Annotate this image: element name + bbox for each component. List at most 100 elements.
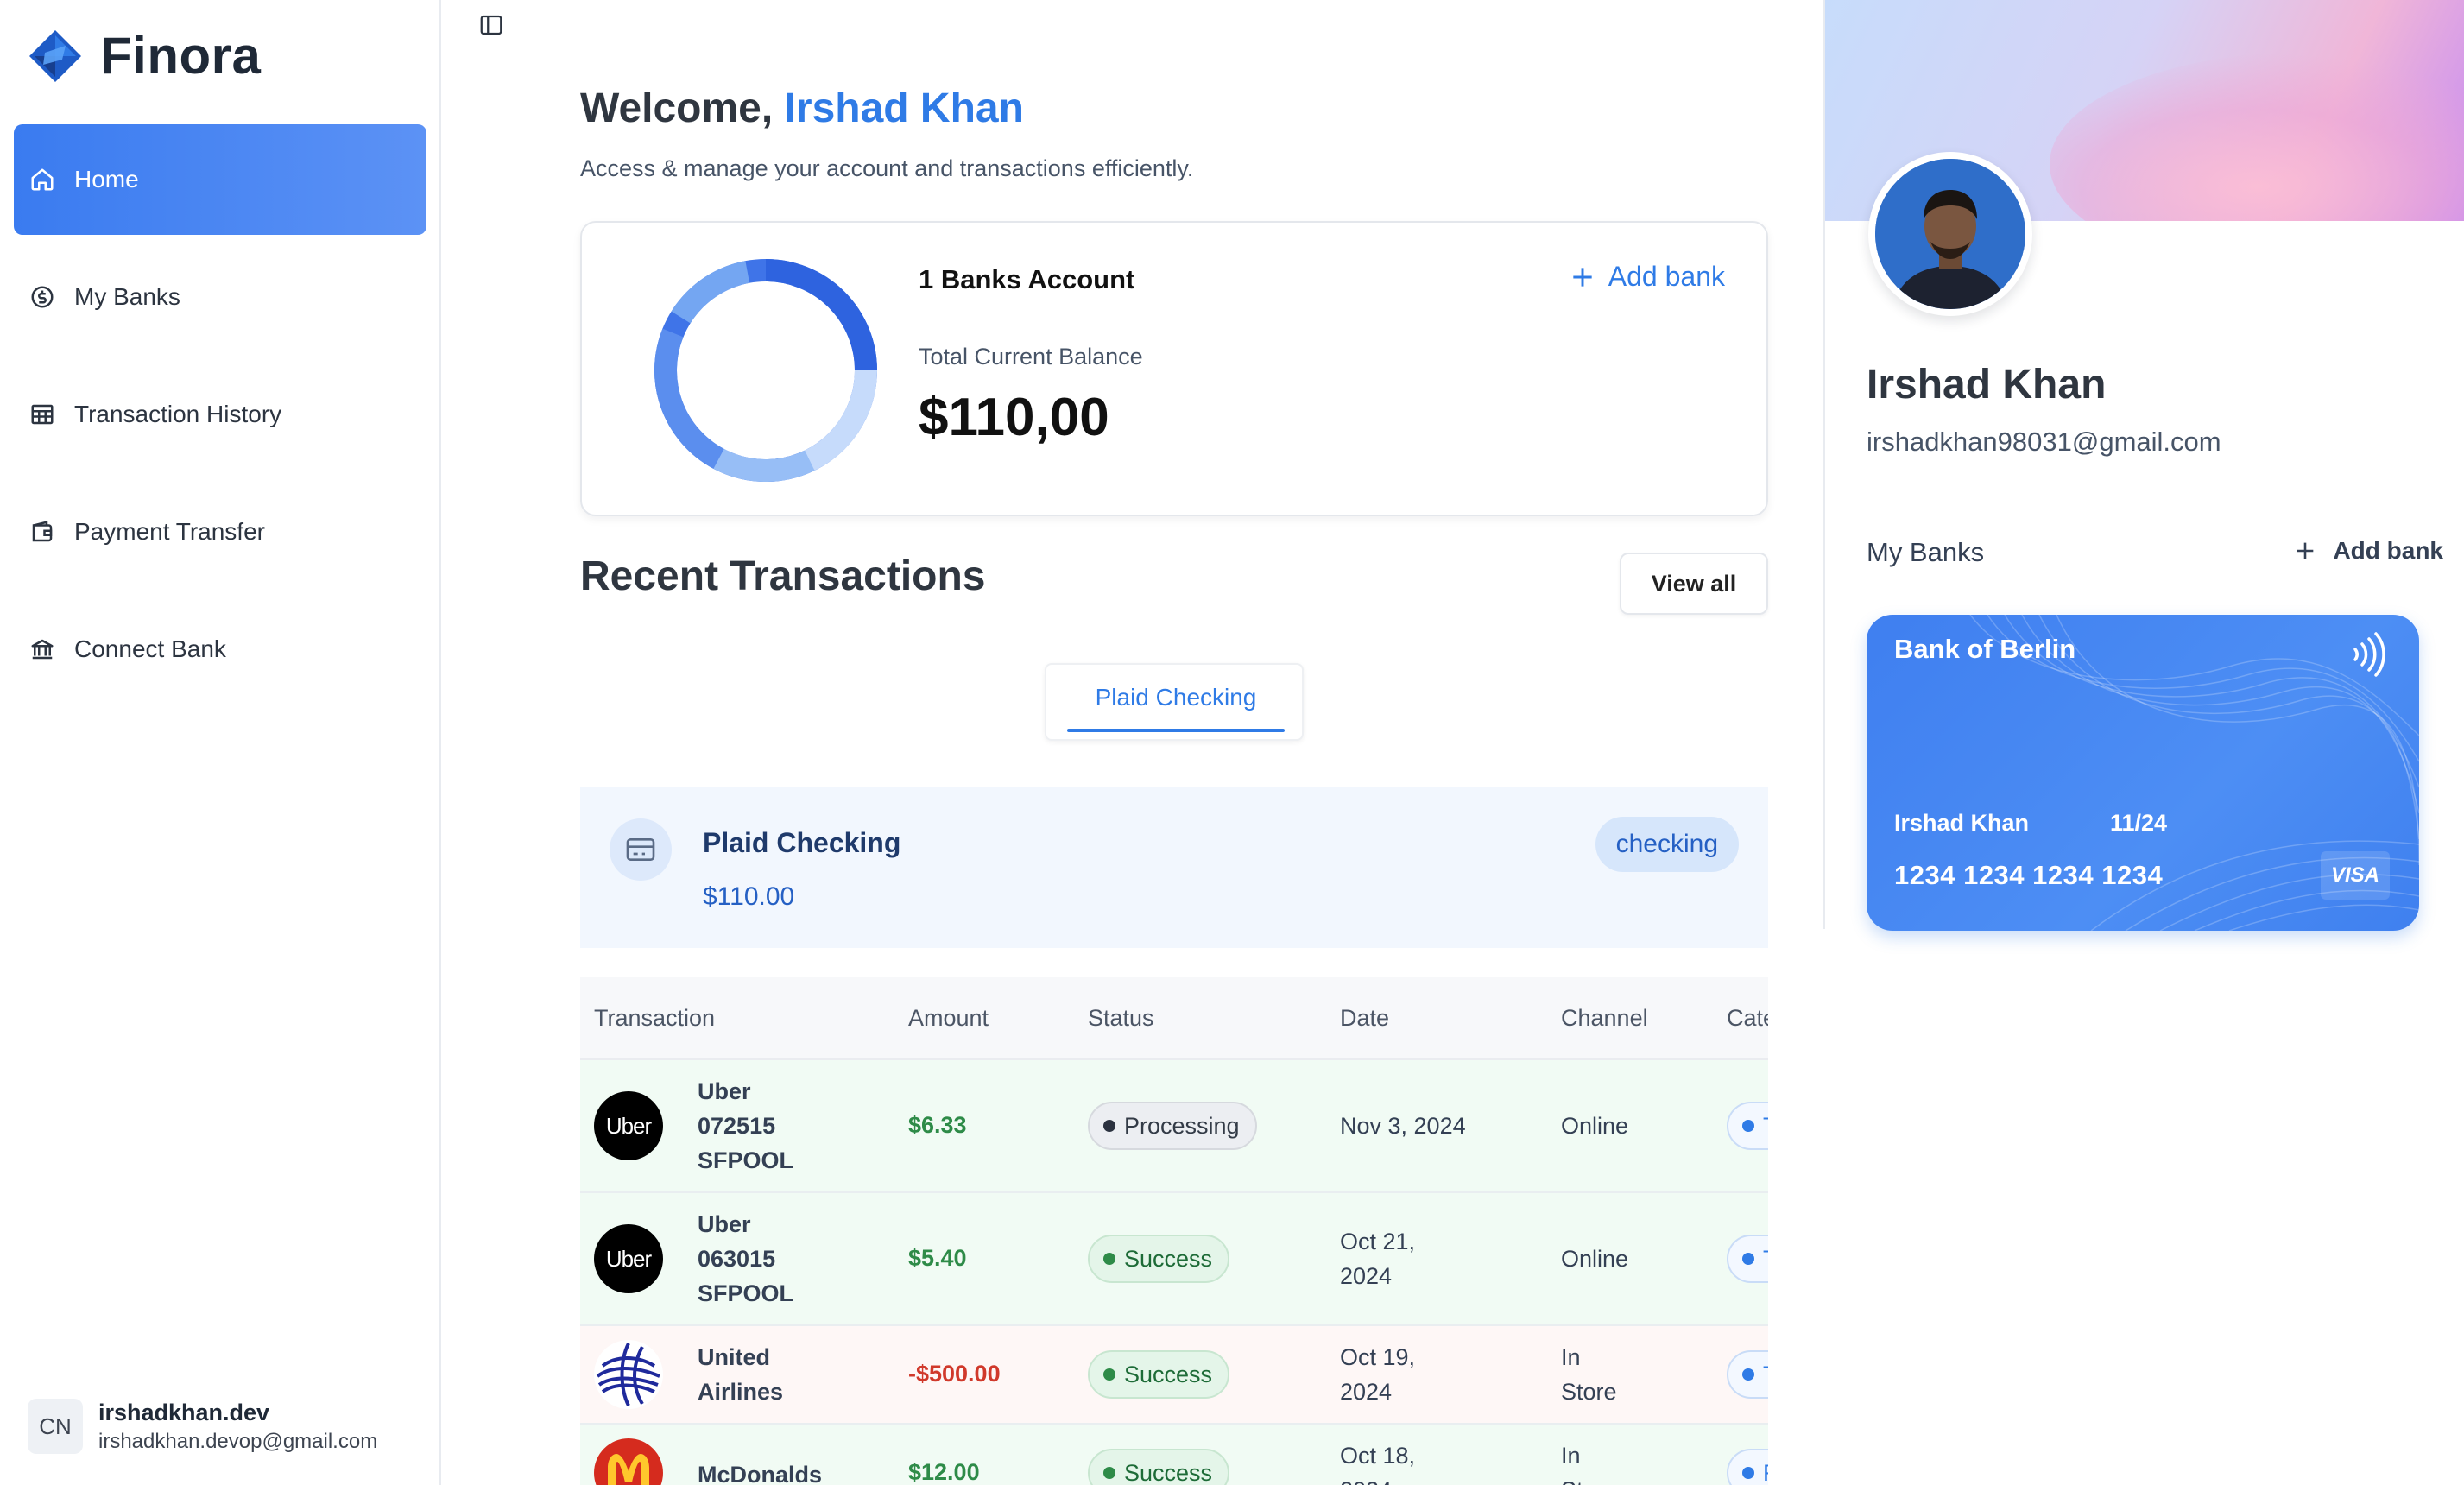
category-label: T [1763, 1113, 1768, 1140]
transaction-date: Nov 3, 2024 [1340, 1113, 1466, 1139]
transaction-name: McDonalds [698, 1462, 823, 1485]
active-tab-indicator [1067, 729, 1285, 732]
category-badge: T [1727, 1350, 1768, 1399]
table-header: Transaction Amount Status Date Channel C… [580, 977, 1768, 1060]
status-label: Success [1124, 1245, 1213, 1272]
transaction-date: Oct 19, 2024 [1340, 1344, 1416, 1405]
card-holder-name: Irshad Khan [1894, 810, 2030, 836]
transaction-amount: -$500.00 [908, 1361, 1001, 1387]
card-number: 1234 1234 1234 1234 [1894, 860, 2164, 890]
profile-name: Irshad Khan [1867, 362, 2107, 408]
status-badge: Success [1088, 1350, 1230, 1399]
total-balance-value: $110,00 [919, 388, 1109, 447]
account-tabs: Plaid Checking [1045, 663, 1304, 741]
sidebar-user[interactable]: CN irshadkhan.dev irshadkhan.devop@gmail… [28, 1399, 377, 1454]
app-name: Finora [100, 27, 262, 85]
status-label: Success [1124, 1361, 1213, 1387]
bank-card[interactable]: Bank of Berlin Irshad Khan 11/24 1234 12… [1867, 615, 2419, 931]
card-expiry: 11/24 [2110, 810, 2168, 836]
add-bank-link[interactable]: Add bank [2293, 537, 2443, 565]
account-balance: $110.00 [703, 882, 795, 911]
person-avatar-icon [1875, 159, 2025, 309]
uber-logo-icon: Uber [594, 1091, 663, 1160]
status-badge: Success [1088, 1449, 1230, 1485]
sidebar-item-transaction-history[interactable]: Transaction History [14, 359, 426, 470]
transactions-table: Transaction Amount Status Date Channel C… [580, 977, 1768, 1485]
transaction-name: United Airlines [698, 1344, 784, 1405]
add-bank-button[interactable]: Add bank [1569, 261, 1725, 293]
transaction-channel: Online [1561, 1113, 1629, 1139]
welcome-user-name: Irshad Khan [784, 85, 1024, 131]
status-dot-icon [1103, 1467, 1115, 1479]
page-title: Welcome, Irshad Khan [580, 85, 1024, 132]
account-summary[interactable]: Plaid Checking $110.00 checking [580, 787, 1768, 948]
table-row[interactable]: Uber Uber 063015 SFPOOL $5.40 Success Oc… [580, 1193, 1768, 1326]
recent-transactions-title: Recent Transactions [580, 553, 986, 599]
visa-logo: VISA [2321, 851, 2390, 900]
sidebar-item-payment-transfer[interactable]: Payment Transfer [14, 477, 426, 587]
category-dot-icon [1742, 1467, 1754, 1479]
account-type-badge: checking [1595, 817, 1739, 872]
sidebar-item-my-banks[interactable]: My Banks [14, 242, 426, 352]
column-header: Date [1340, 1005, 1390, 1031]
sidebar-item-label: Payment Transfer [74, 518, 265, 545]
mcdonalds-logo-icon [594, 1438, 663, 1485]
status-label: Success [1124, 1459, 1213, 1485]
transaction-amount: $12.00 [908, 1459, 980, 1485]
category-label: T [1763, 1246, 1768, 1273]
account-name: Plaid Checking [703, 827, 901, 858]
table-row[interactable]: McDonalds $12.00 Success Oct 18, 2024 In… [580, 1425, 1768, 1485]
sidebar-item-label: Home [74, 166, 139, 193]
view-all-button[interactable]: View all [1620, 553, 1768, 615]
total-balance-label: Total Current Balance [919, 344, 1143, 370]
category-dot-icon [1742, 1253, 1754, 1265]
add-bank-label: Add bank [1608, 261, 1725, 292]
sidebar-nav: Home My Banks Transaction History Paymen… [14, 124, 426, 711]
transaction-amount: $5.40 [908, 1245, 967, 1271]
home-icon [31, 168, 54, 191]
transaction-date: Oct 21, 2024 [1340, 1229, 1416, 1289]
profile-panel: Irshad Khan irshadkhan98031@gmail.com My… [1823, 0, 2464, 931]
transaction-name: Uber 063015 SFPOOL [698, 1211, 794, 1306]
card-bank-name: Bank of Berlin [1894, 634, 2076, 664]
sidebar-item-label: Transaction History [74, 401, 282, 427]
my-banks-heading: My Banks [1867, 537, 1985, 567]
bank-icon [31, 639, 54, 660]
balance-card: 1 Banks Account Add bank Total Current B… [580, 221, 1768, 516]
sidebar-toggle-icon[interactable] [478, 12, 504, 38]
dollar-circle-icon [31, 286, 54, 308]
add-bank-link-label: Add bank [2333, 537, 2443, 564]
table-row[interactable]: United Airlines -$500.00 Success Oct 19,… [580, 1326, 1768, 1425]
sidebar: Finora Home My Banks Transaction History… [0, 0, 441, 1485]
sidebar-item-home[interactable]: Home [14, 124, 426, 235]
profile-avatar[interactable] [1868, 152, 2032, 316]
transaction-channel: Online [1561, 1246, 1629, 1272]
status-badge: Processing [1088, 1102, 1257, 1150]
sidebar-item-label: My Banks [74, 283, 180, 310]
page-subtitle: Access & manage your account and transac… [580, 155, 1194, 181]
transaction-name: Uber 072515 SFPOOL [698, 1078, 794, 1173]
status-label: Processing [1124, 1112, 1240, 1139]
category-badge: T [1727, 1102, 1768, 1150]
column-header: Category [1727, 1005, 1768, 1031]
bank-account-count: 1 Banks Account [919, 264, 1135, 294]
united-airlines-logo-icon [594, 1340, 663, 1409]
table-icon [31, 404, 54, 425]
table-row[interactable]: Uber Uber 072515 SFPOOL $6.33 Processing… [580, 1060, 1768, 1193]
sidebar-item-connect-bank[interactable]: Connect Bank [14, 594, 426, 705]
category-dot-icon [1742, 1120, 1754, 1132]
credit-card-icon [626, 838, 655, 861]
welcome-greeting: Welcome, [580, 85, 774, 131]
category-label: F [1763, 1460, 1768, 1485]
column-header: Channel [1561, 1005, 1648, 1031]
tab-plaid-checking[interactable]: Plaid Checking [1067, 684, 1285, 711]
plus-icon [1573, 267, 1592, 287]
app-logo[interactable]: Finora [28, 26, 261, 85]
category-badge: F [1727, 1449, 1768, 1485]
status-dot-icon [1103, 1120, 1115, 1132]
transaction-amount: $6.33 [908, 1112, 967, 1138]
main-content: Welcome, Irshad Khan Access & manage you… [442, 0, 1823, 1485]
category-dot-icon [1742, 1368, 1754, 1381]
transaction-channel: In Store [1561, 1344, 1617, 1405]
sidebar-item-label: Connect Bank [74, 635, 226, 662]
